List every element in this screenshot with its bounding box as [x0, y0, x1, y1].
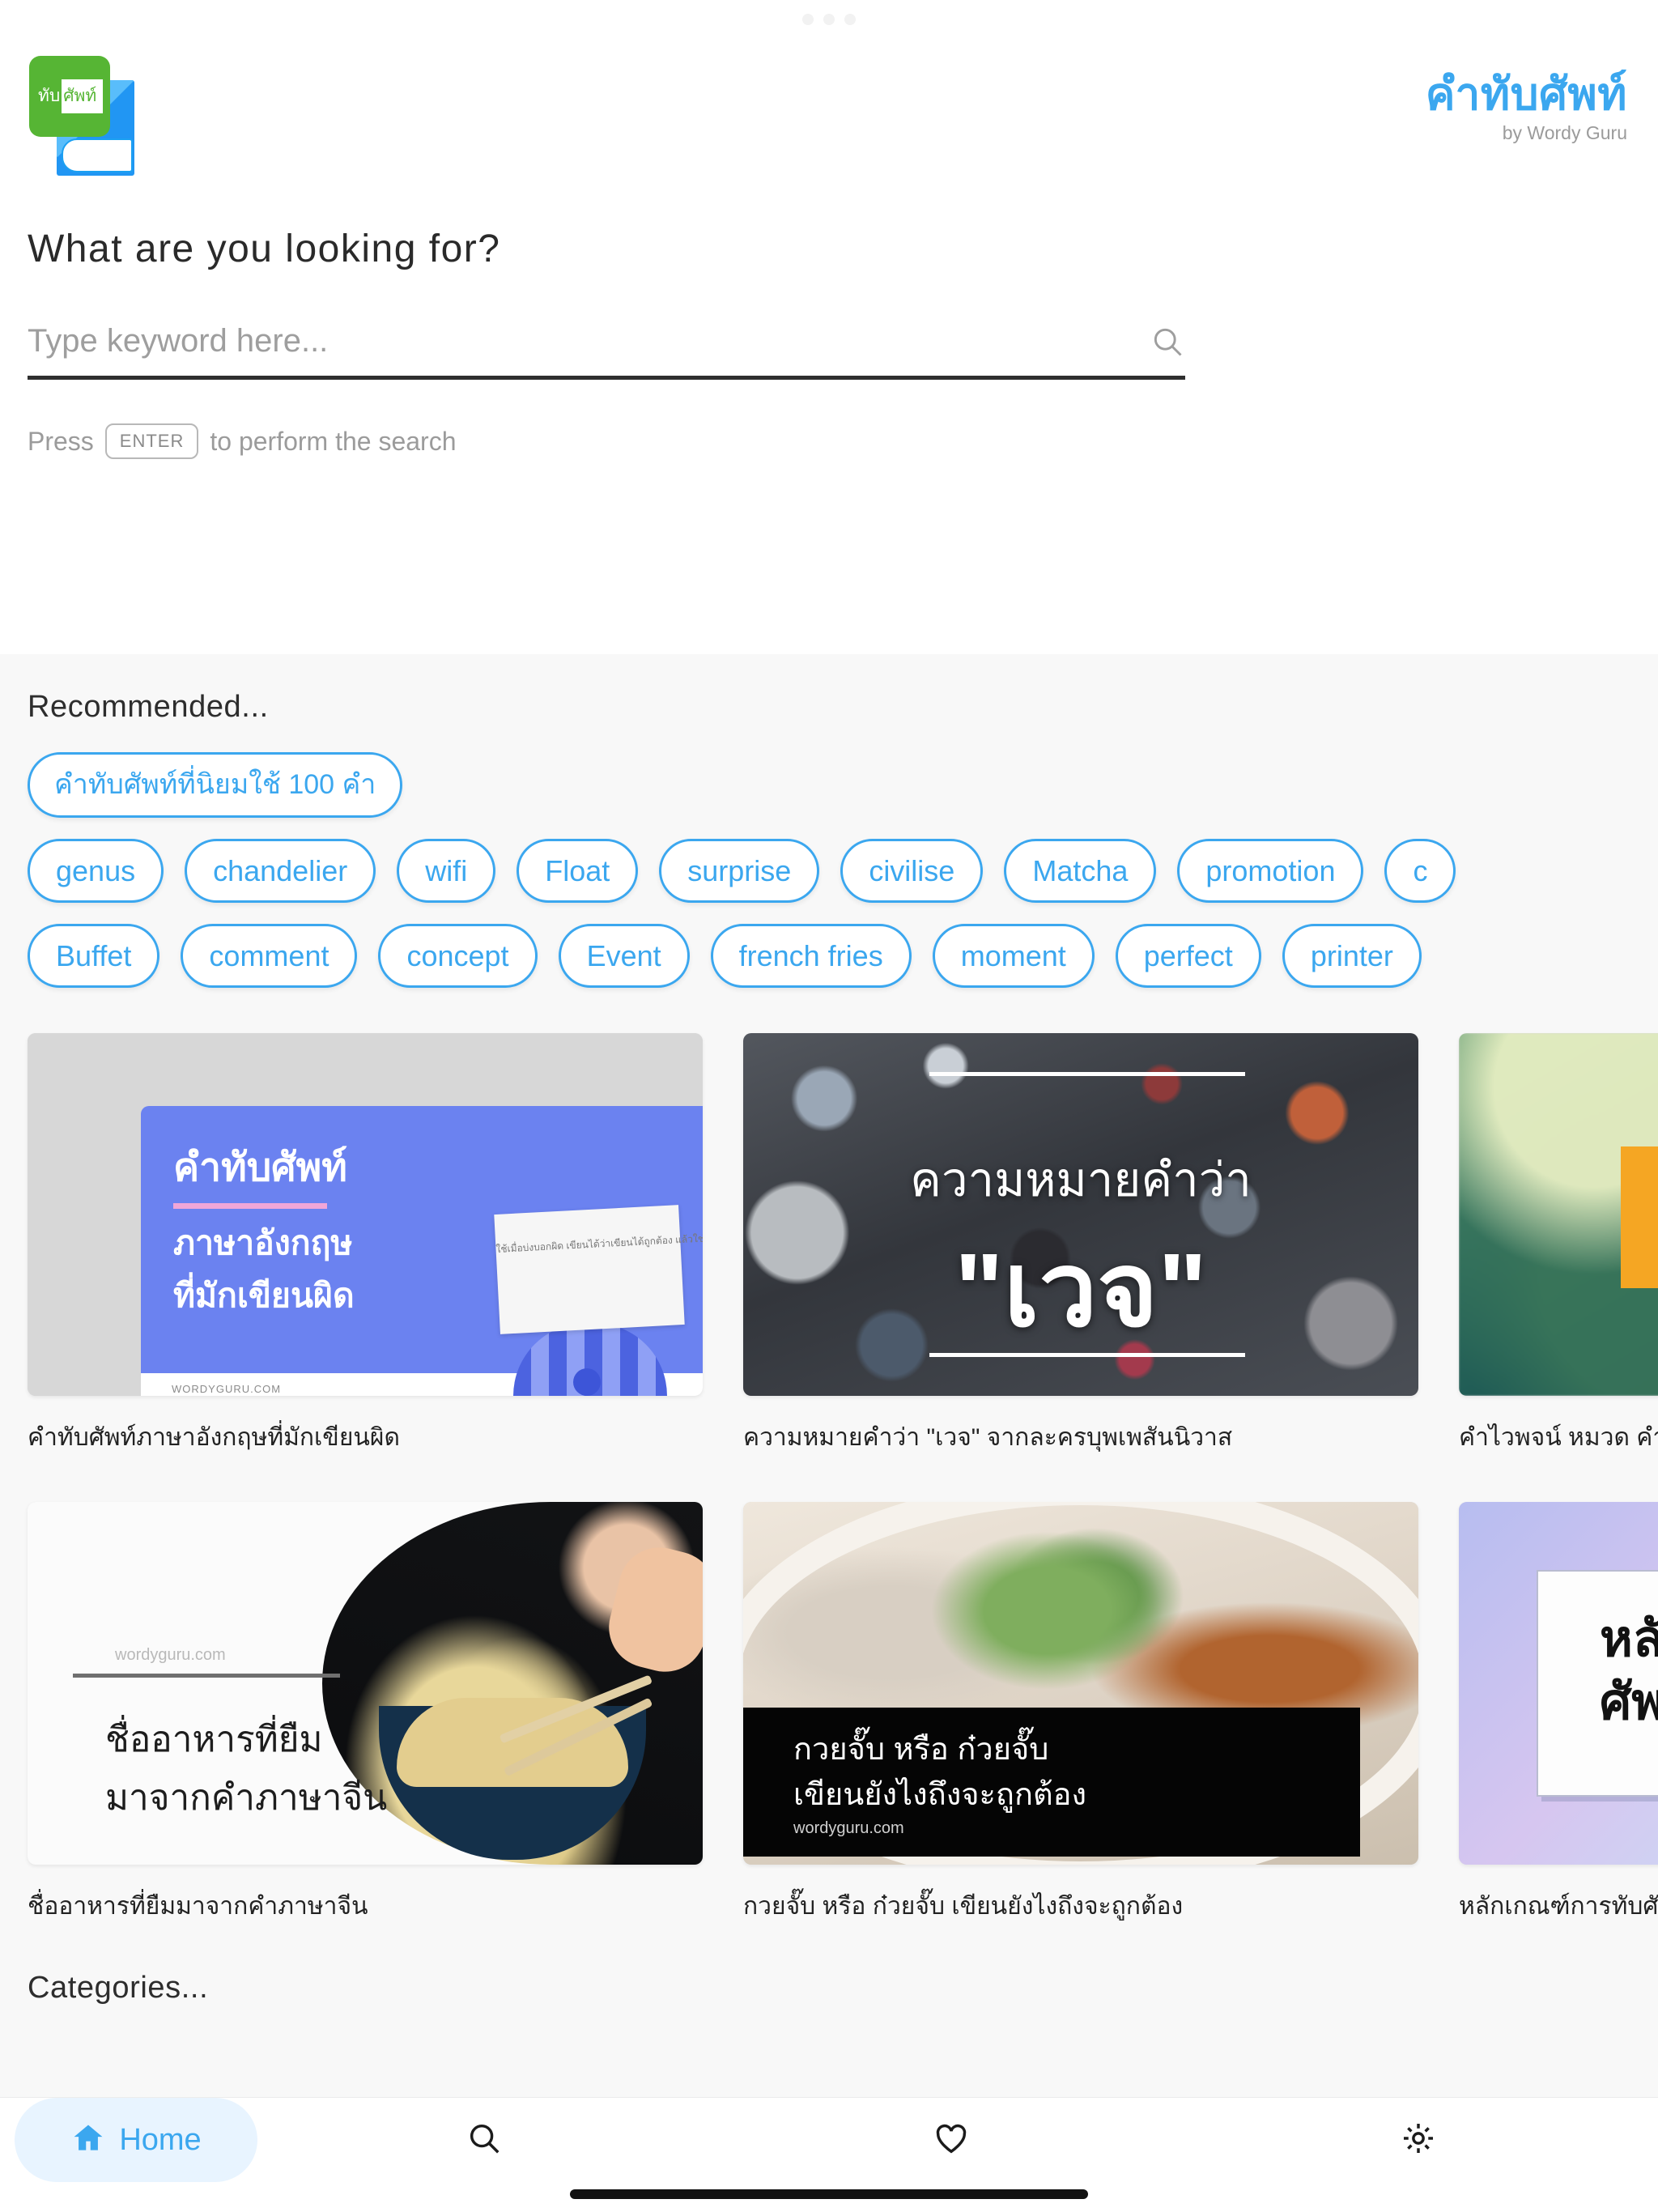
card-caption: ชื่ออาหารที่ยืมมาจากคำภาษาจีน	[28, 1892, 368, 1920]
bottom-navigation: Home	[0, 2097, 1658, 2212]
status-dot	[844, 14, 856, 25]
chip-event[interactable]: Event	[558, 923, 690, 988]
chip-row-2: Buffet comment concept Event french frie…	[0, 923, 1658, 988]
chip-printer[interactable]: printer	[1282, 923, 1422, 988]
status-dot	[802, 14, 814, 25]
heart-icon	[933, 2120, 970, 2161]
card-thumbnail[interactable]: หลักเกณฑ์ ศัพท์ภาษา	[1459, 1501, 1658, 1865]
logo-text-left: ทับ	[36, 79, 62, 113]
thumb-line-1: คำทับศัพท์	[173, 1146, 347, 1189]
article-card[interactable]: หลักเกณฑ์ ศัพท์ภาษา หลักเกณฑ์การทับศัพท์…	[1459, 1501, 1658, 1925]
thumb-line-1: กวยจั๊บ หรือ ก๋วยจั๊บ	[793, 1732, 1049, 1767]
app-header: ทับ ศัพท์ คำทับศัพท์ by Wordy Guru	[0, 39, 1658, 177]
hint-prefix: Press	[28, 426, 94, 456]
thumb-watermark: WORDYGURU.COM	[172, 1382, 282, 1395]
gear-icon	[1400, 2120, 1437, 2161]
status-dot	[823, 14, 835, 25]
logo-green-card: ทับ ศัพท์	[29, 56, 110, 137]
chip-chandelier[interactable]: chandelier	[185, 838, 376, 903]
search-bar[interactable]	[28, 323, 1185, 380]
brand-block: คำทับศัพท์ by Wordy Guru	[1425, 68, 1630, 145]
article-card[interactable]: ความหมายคำว่า "เวจ" ความหมายคำว่า "เวจ" …	[743, 1032, 1418, 1457]
chip-moment[interactable]: moment	[932, 923, 1095, 988]
status-bar	[0, 0, 1658, 39]
nav-item-home[interactable]: Home	[15, 2098, 257, 2182]
card-caption: กวยจั๊บ หรือ ก๋วยจั๊บ เขียนยังไงถึงจะถูก…	[743, 1892, 1184, 1920]
card-thumbnail[interactable]: wordyguru.com ชื่ออาหารที่ยืม มาจากคำภาษ…	[28, 1501, 703, 1865]
chip-french-fries[interactable]: french fries	[710, 923, 912, 988]
chip-featured[interactable]: คำทับศัพท์ที่นิยมใช้ 100 คำ	[28, 752, 403, 818]
chip-perfect[interactable]: perfect	[1115, 923, 1261, 988]
thumb-line-2: ภาษาอังกฤษ	[173, 1223, 353, 1261]
thumb-bracket-top	[929, 1071, 1245, 1076]
thumb-line-2: "เวจ"	[954, 1231, 1207, 1348]
search-hint: Press ENTER to perform the search	[28, 423, 1630, 459]
recommended-heading: Recommended...	[28, 690, 269, 724]
search-icon[interactable]	[1150, 324, 1185, 359]
app-logo-icon[interactable]: ทับ ศัพท์	[28, 51, 141, 176]
article-card[interactable]: wordyguru.com ชื่ออาหารที่ยืม มาจากคำภาษ…	[28, 1501, 703, 1925]
thumb-held-sign: ใช้เมื่อบ่งบอกผิด เขียนได้ว่าเขียนได้ถูก…	[494, 1204, 703, 1334]
search-hero: What are you looking for? Press ENTER to…	[0, 177, 1658, 459]
thumb-watermark: wordyguru.com	[115, 1645, 226, 1664]
home-icon	[70, 2121, 106, 2160]
thumb-sign-text: ใช้เมื่อบ่งบอกผิด เขียนได้ว่าเขียนได้ถูก…	[495, 1231, 703, 1255]
card-caption: คำทับศัพท์ภาษาอังกฤษที่มักเขียนผิด	[28, 1423, 400, 1451]
search-icon	[466, 2120, 503, 2161]
recommended-panel: Recommended... คำทับศัพท์ที่นิยมใช้ 100 …	[0, 654, 1658, 2212]
chip-concept[interactable]: concept	[378, 923, 538, 988]
card-row-2: wordyguru.com ชื่ออาหารที่ยืม มาจากคำภาษ…	[0, 1501, 1658, 1925]
hint-suffix: to perform the search	[210, 426, 457, 456]
enter-key-cap: ENTER	[104, 423, 199, 459]
thumb-text-block: คำทับศัพท์ ภาษาอังกฤษ ที่มักเขียนผิด	[173, 1137, 355, 1322]
nav-item-search[interactable]	[257, 2098, 725, 2182]
categories-heading: Categories...	[28, 1970, 209, 2005]
nav-label-home: Home	[119, 2122, 202, 2157]
search-input[interactable]	[28, 323, 1150, 359]
card-caption: ความหมายคำว่า "เวจ" จากละครบุพเพสันนิวาส	[743, 1423, 1233, 1451]
card-caption: คำไวพจน์ หมวด คำไวพจน์	[1459, 1423, 1658, 1451]
nav-item-settings[interactable]	[1191, 2098, 1658, 2182]
chip-float[interactable]: Float	[517, 838, 639, 903]
card-caption: หลักเกณฑ์การทับศัพท์ภาษา	[1459, 1892, 1658, 1920]
card-thumbnail[interactable]: คำทับศัพท์ ภาษาอังกฤษ ที่มักเขียนผิด WOR…	[28, 1032, 703, 1396]
logo-text-right: ศัพท์	[63, 87, 97, 105]
chip-surprise[interactable]: surprise	[659, 838, 820, 903]
chip-promotion[interactable]: promotion	[1177, 838, 1364, 903]
article-card[interactable]: คำทับศัพท์ ภาษาอังกฤษ ที่มักเขียนผิด WOR…	[28, 1032, 703, 1457]
thumb-line-2: มาจากคำภาษาจีน	[105, 1777, 388, 1818]
chip-buffet[interactable]: Buffet	[28, 923, 160, 988]
thumb-divider	[73, 1673, 340, 1678]
card-row-1: คำทับศัพท์ ภาษาอังกฤษ ที่มักเขียนผิด WOR…	[0, 1032, 1658, 1457]
chip-comment[interactable]: comment	[181, 923, 358, 988]
card-thumbnail[interactable]: กวยจั๊บ หรือ ก๋วยจั๊บ เขียนยังไงถึงจะถูก…	[743, 1501, 1418, 1865]
thumb-line-2: เขียนยังไงถึงจะถูกต้อง	[793, 1777, 1087, 1812]
featured-chip-row: คำทับศัพท์ที่นิยมใช้ 100 คำ	[0, 752, 1658, 818]
brand-subtitle: by Wordy Guru	[1502, 122, 1627, 144]
thumb-underline	[173, 1202, 327, 1209]
chip-civilise[interactable]: civilise	[840, 838, 984, 903]
chip-matcha[interactable]: Matcha	[1004, 838, 1157, 903]
article-card[interactable]: คำไวพจน์ หมวด wordyguru.com คำไวพจน์ หมว…	[1459, 1032, 1658, 1457]
thumb-line-3: ที่มักเขียนผิด	[173, 1276, 355, 1314]
logo-card-inner: ทับ ศัพท์	[36, 79, 103, 113]
brand-title: คำทับศัพท์	[1425, 68, 1627, 119]
home-indicator[interactable]	[570, 2189, 1088, 2199]
card-thumbnail[interactable]: คำไวพจน์ หมวด wordyguru.com	[1459, 1032, 1658, 1396]
chip-overflow-1[interactable]: c	[1384, 838, 1456, 903]
article-card[interactable]: กวยจั๊บ หรือ ก๋วยจั๊บ เขียนยังไงถึงจะถูก…	[743, 1501, 1418, 1925]
chip-genus[interactable]: genus	[28, 838, 164, 903]
card-thumbnail[interactable]: ความหมายคำว่า "เวจ"	[743, 1032, 1418, 1396]
thumb-watermark: wordyguru.com	[793, 1819, 904, 1837]
thumb-line-2: ศัพท์ภาษา	[1600, 1674, 1658, 1730]
thumb-person-head	[573, 1368, 601, 1396]
thumb-accent-bar	[1621, 1146, 1658, 1288]
thumb-line-1: ชื่ออาหารที่ยืม	[105, 1719, 323, 1759]
chip-wifi[interactable]: wifi	[397, 838, 496, 903]
thumb-line-1: ความหมายคำว่า	[910, 1153, 1252, 1206]
nav-item-favorites[interactable]	[725, 2098, 1192, 2182]
chip-row-1: genus chandelier wifi Float surprise civ…	[0, 838, 1658, 903]
page-title: What are you looking for?	[28, 228, 501, 270]
